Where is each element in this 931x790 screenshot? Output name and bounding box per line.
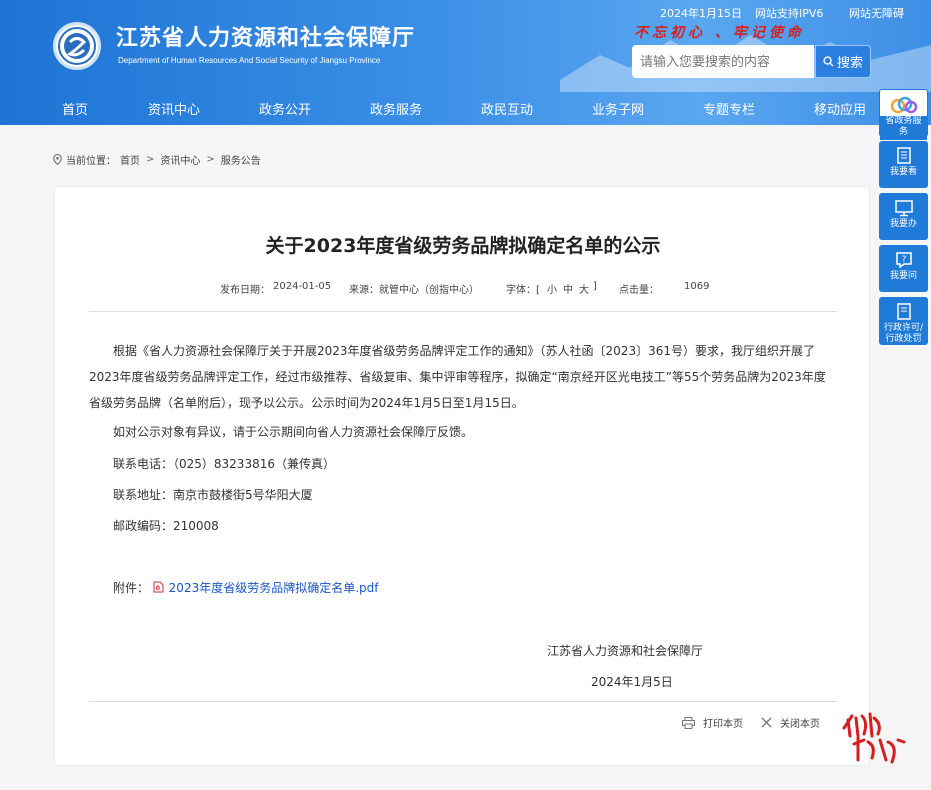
clicks-value: 1069 [684,281,710,292]
font-medium-button[interactable]: 中 [563,281,573,296]
site-subtitle: Department of Human Resources And Social… [118,56,381,65]
signature-date: 2024年1月5日 [591,675,673,689]
main-nav: 首页 资讯中心 政务公开 政务服务 政民互动 业务子网 专题专栏 移动应用 [0,90,931,125]
clicks-label: 点击量： [619,285,659,296]
publish-date: 2024-01-05 [273,281,332,292]
sidebar-label: 省政务服务 [880,116,927,140]
site-header: 江苏省人力资源和社会保障厅 Department of Human Resour… [0,0,931,125]
nav-open-gov[interactable]: 政务公开 [259,99,311,118]
print-label: 打印本页 [703,719,743,730]
print-button[interactable]: 打印本页 [682,715,743,730]
sidebar-label: 我要问 [889,271,917,281]
sidebar-label: 我要办 [889,219,917,229]
book-icon [896,147,911,164]
search-icon [823,56,834,67]
article-paragraph: 根据《省人力资源社会保障厅关于开展2023年度省级劳务品牌评定工作的通知》（苏人… [89,344,826,410]
nav-services[interactable]: 政务服务 [370,99,422,118]
close-label: 关闭本页 [780,719,820,730]
sidebar-item-license[interactable]: 行政许可/行政处罚 [879,297,928,345]
font-size-end: ] [593,281,597,292]
nav-news[interactable]: 资讯中心 [148,99,200,118]
sidebar-label: 我要看 [889,167,917,177]
sidebar-item-handle[interactable]: 我要办 [879,193,928,240]
breadcrumb-news[interactable]: 资讯中心 [160,152,200,167]
rings-icon [890,96,917,114]
postcode: 邮政编码：210008 [113,519,219,533]
ipv6-link[interactable]: 网站支持IPV6 [755,5,823,21]
publish-date-label: 发布日期： [220,285,270,296]
pdf-icon [153,581,164,593]
close-page-button[interactable]: 关闭本页 [761,715,820,730]
font-size-label: 字体：[ [506,285,540,296]
search-button[interactable]: 搜索 [815,45,871,78]
font-small-button[interactable]: 小 [547,281,557,296]
sidebar-item-view[interactable]: 我要看 [879,141,928,188]
breadcrumb-prefix: 当前位置： [66,156,116,167]
sidebar-item-ask[interactable]: ? 我要问 [879,245,928,292]
monitor-icon [894,200,913,217]
nav-subnet[interactable]: 业务子网 [592,99,644,118]
title-divider [89,311,837,312]
question-icon: ? [895,252,912,269]
svg-text:?: ? [901,255,906,265]
footer-divider [89,701,837,702]
document-icon [896,303,911,320]
contact-address: 联系地址：南京市鼓楼街5号华阳大厦 [113,488,313,502]
article-card: 关于2023年度省级劳务品牌拟确定名单的公示 发布日期： 2024-01-05 … [54,186,870,766]
attachment-row: 附件： 2023年度省级劳务品牌拟确定名单.pdf [113,579,379,596]
breadcrumb-separator: > [146,154,155,165]
accessibility-link[interactable]: 网站无障碍 [849,5,904,21]
nav-topics[interactable]: 专题专栏 [703,99,755,118]
contact-phone: 联系电话：（025）83233816（兼传真） [113,457,335,471]
font-large-button[interactable]: 大 [579,281,589,296]
search-button-label: 搜索 [836,55,863,70]
slogan-text: 不忘初心 、牢记使命 [634,25,805,41]
brush-mark-icon [842,712,906,764]
sidebar-label: 行政许可/行政处罚 [883,323,924,344]
location-pin-icon [53,154,62,165]
nav-mobile[interactable]: 移动应用 [814,99,866,118]
nav-home[interactable]: 首页 [62,99,88,118]
attachment-label: 附件： [113,581,150,595]
search-input[interactable] [632,45,814,78]
signature-org: 江苏省人力资源和社会保障厅 [547,644,704,658]
breadcrumb-home[interactable]: 首页 [120,152,140,167]
article-title: 关于2023年度省级劳务品牌拟确定名单的公示 [265,235,661,257]
header-date: 2024年1月15日 [660,7,742,20]
article-paragraph: 如对公示对象有异议，请于公示期间向省人力资源社会保障厅反馈。 [113,425,474,439]
source-value: 就管中心（创指中心） [379,285,479,296]
close-icon [761,717,772,728]
source-label: 来源： [349,285,379,296]
attachment-link[interactable]: 2023年度省级劳务品牌拟确定名单.pdf [169,581,379,595]
breadcrumb-separator: > [206,154,215,165]
site-logo[interactable] [53,22,101,70]
breadcrumb: 当前位置： 首页 > 资讯中心 > 服务公告 [53,152,261,167]
printer-icon [682,716,695,729]
site-title[interactable]: 江苏省人力资源和社会保障厅 [116,20,415,52]
sidebar-item-gov-services[interactable]: 省政务服务 [879,89,928,140]
nav-interaction[interactable]: 政民互动 [481,99,533,118]
breadcrumb-notice[interactable]: 服务公告 [221,152,261,167]
